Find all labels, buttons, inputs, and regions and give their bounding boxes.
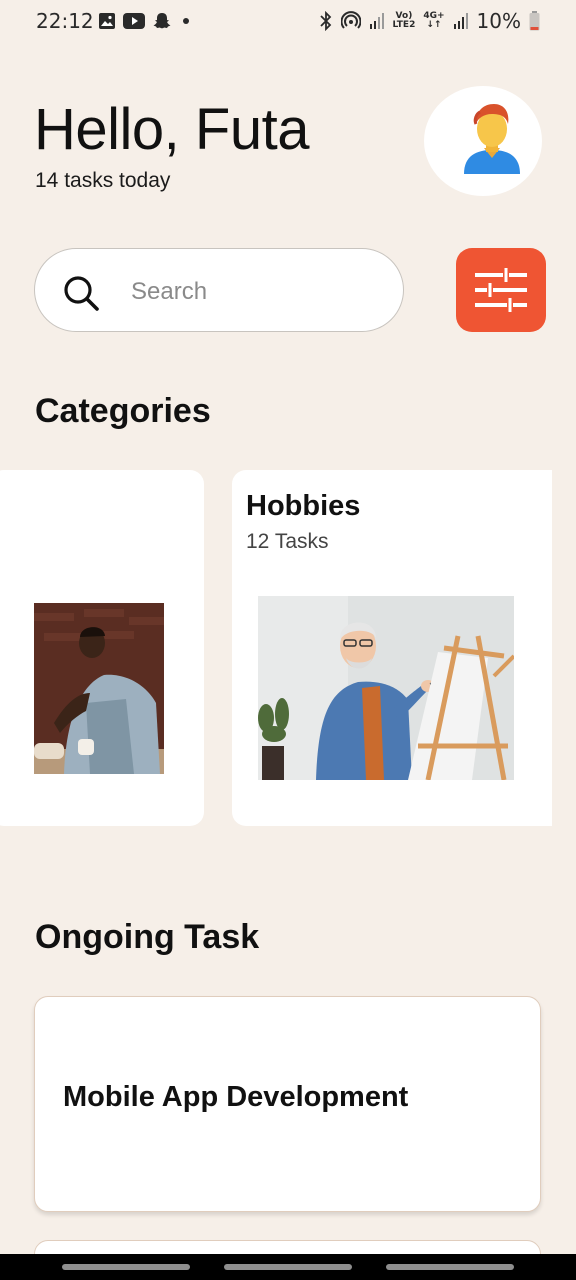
hobbies-painter-image bbox=[258, 596, 514, 780]
image-icon bbox=[99, 13, 115, 29]
signal-icon bbox=[453, 13, 468, 29]
category-task-count: 12 Tasks bbox=[246, 530, 329, 553]
network-type-indicator: 4G+ ↓↑ bbox=[423, 11, 445, 30]
signal-icon bbox=[369, 13, 384, 29]
search-bar[interactable] bbox=[34, 248, 404, 332]
categories-title: Categories bbox=[35, 392, 211, 430]
battery-icon bbox=[529, 11, 540, 31]
tasks-today-subtitle: 14 tasks today bbox=[35, 169, 171, 192]
bluetooth-icon bbox=[319, 11, 331, 31]
youtube-icon bbox=[123, 13, 145, 29]
user-avatar-icon bbox=[464, 104, 520, 174]
category-card-hobbies[interactable]: Hobbies 12 Tasks bbox=[232, 470, 552, 826]
recents-button[interactable] bbox=[62, 1264, 190, 1270]
home-button[interactable] bbox=[224, 1264, 352, 1270]
status-bar: 22:12 Vo) LTE2 4G+ ↓↑ 10% bbox=[0, 0, 576, 42]
filter-button[interactable] bbox=[456, 248, 546, 332]
volte-indicator: Vo) LTE2 bbox=[392, 11, 416, 30]
dot-icon bbox=[183, 18, 189, 24]
search-input[interactable] bbox=[129, 271, 383, 313]
greeting-title: Hello, Futa bbox=[34, 97, 309, 162]
status-time: 22:12 bbox=[36, 9, 94, 33]
search-icon bbox=[64, 276, 99, 311]
ongoing-task-title: Ongoing Task bbox=[35, 918, 260, 956]
task-card[interactable]: Mobile App Development bbox=[34, 996, 541, 1212]
cooking-man-image bbox=[34, 603, 164, 774]
task-card-title: Mobile App Development bbox=[63, 1081, 409, 1113]
category-card-title: Hobbies bbox=[246, 490, 361, 522]
category-card[interactable] bbox=[0, 470, 204, 826]
sliders-icon bbox=[475, 268, 527, 312]
avatar[interactable] bbox=[424, 86, 542, 196]
hotspot-icon bbox=[340, 11, 361, 29]
notification-icons bbox=[98, 10, 193, 32]
snapchat-icon bbox=[153, 13, 171, 29]
back-button[interactable] bbox=[386, 1264, 514, 1270]
battery-percent: 10% bbox=[476, 9, 521, 33]
system-icons: Vo) LTE2 4G+ ↓↑ 10% bbox=[319, 9, 540, 33]
